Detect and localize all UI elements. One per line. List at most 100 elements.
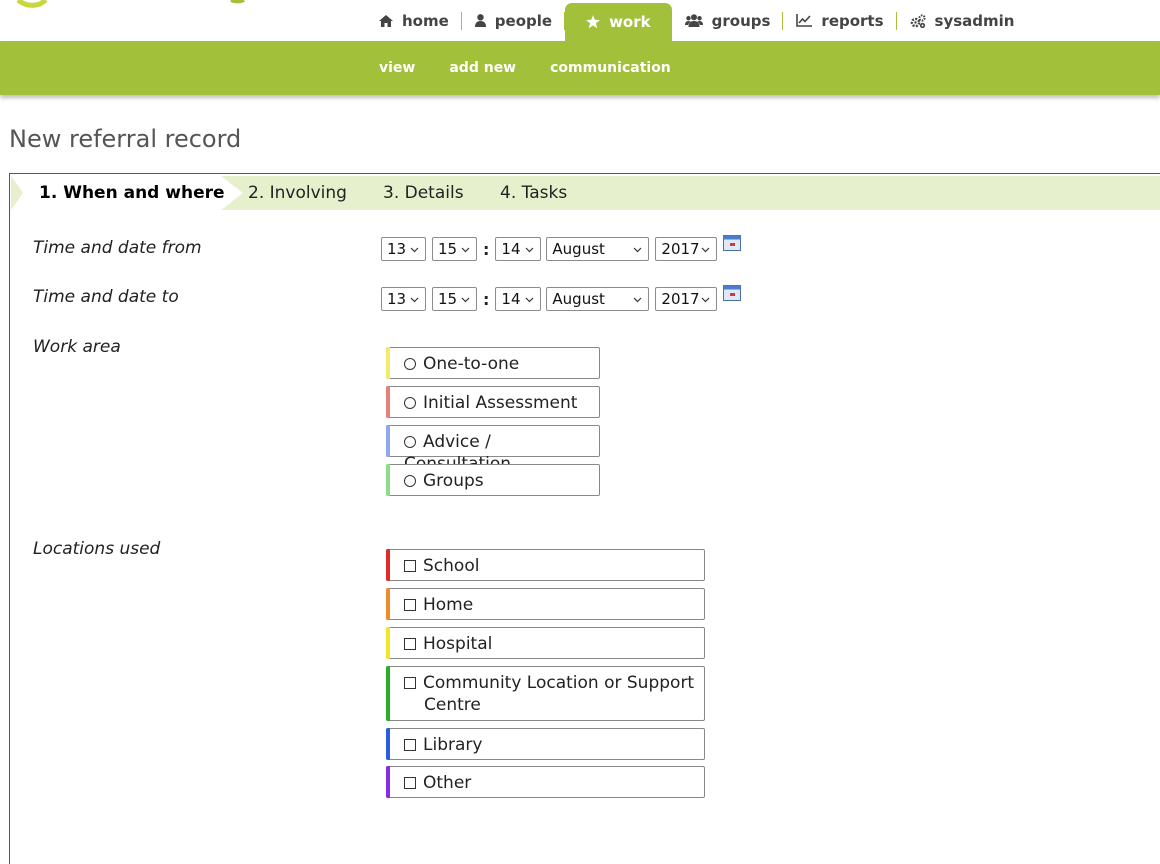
sub-nav: view add new communication — [366, 41, 692, 95]
chevron-down-icon — [461, 297, 470, 302]
subnav-view[interactable]: view — [366, 60, 428, 76]
from-year-value: 2017 — [661, 240, 700, 258]
checkbox[interactable] — [404, 638, 416, 650]
chevron-down-icon — [461, 247, 470, 252]
calendar-icon[interactable] — [723, 285, 742, 301]
home-icon — [379, 14, 393, 27]
color-bar — [386, 549, 390, 581]
work-area-option[interactable]: Groups — [386, 464, 600, 496]
work-area-option[interactable]: One-to-one — [386, 347, 600, 379]
time-to-label: Time and date to — [33, 287, 179, 307]
from-month-select[interactable]: August — [546, 237, 650, 261]
option-label: Groups — [423, 471, 484, 491]
step-tasks[interactable]: 4. Tasks — [500, 183, 567, 203]
nav-sysadmin-label: sysadmin — [934, 11, 1015, 30]
location-option[interactable]: School — [386, 549, 705, 581]
radio-button[interactable] — [404, 397, 416, 409]
radio-button[interactable] — [404, 475, 416, 487]
option-label: Hospital — [423, 634, 493, 654]
color-bar — [386, 766, 390, 798]
location-option[interactable]: Hospital — [386, 627, 705, 659]
checkbox[interactable] — [404, 560, 416, 572]
nav-home[interactable]: home — [366, 0, 462, 41]
work-area-option[interactable]: Advice / Consultation — [386, 425, 600, 474]
chevron-down-icon — [701, 297, 710, 302]
chevron-down-icon — [633, 297, 642, 302]
to-day-value: 14 — [501, 290, 521, 308]
from-minute-value: 15 — [438, 240, 458, 258]
checkbox[interactable] — [404, 599, 416, 611]
color-bar — [386, 386, 390, 418]
checkbox[interactable] — [404, 739, 416, 751]
chart-icon — [796, 14, 813, 27]
step-involving[interactable]: 2. Involving — [248, 183, 347, 203]
star-icon — [586, 15, 601, 29]
color-bar — [386, 347, 390, 379]
from-year-select[interactable]: 2017 — [655, 237, 718, 261]
logo — [16, 0, 245, 8]
nav-reports[interactable]: reports — [783, 0, 897, 41]
color-bar — [386, 588, 390, 620]
chevron-down-icon — [525, 297, 534, 302]
nav-work-label: work — [609, 13, 651, 31]
from-minute-select[interactable]: 15 — [432, 237, 477, 261]
nav-work[interactable]: work — [565, 3, 672, 41]
color-bar — [386, 728, 390, 760]
option-label: One-to-one — [423, 354, 520, 374]
to-month-value: August — [552, 290, 605, 308]
location-option[interactable]: Library — [386, 728, 705, 760]
location-option[interactable]: Other — [386, 766, 705, 798]
from-hour-select[interactable]: 13 — [381, 237, 426, 261]
nav-reports-label: reports — [821, 11, 884, 30]
option-label: Library — [423, 735, 483, 755]
to-day-select[interactable]: 14 — [495, 287, 542, 311]
option-label-continued: Centre — [424, 695, 481, 715]
to-year-select[interactable]: 2017 — [655, 287, 718, 311]
person-icon — [474, 14, 486, 27]
chevron-down-icon — [410, 297, 419, 302]
to-year-value: 2017 — [661, 290, 700, 308]
step-when-and-where[interactable]: 1. When and where — [39, 183, 225, 203]
option-label: Initial Assessment — [423, 393, 578, 413]
from-day-select[interactable]: 14 — [495, 237, 542, 261]
time-separator: : — [483, 239, 490, 259]
subnav-add-new[interactable]: add new — [436, 60, 529, 76]
from-day-value: 14 — [501, 240, 521, 258]
radio-button[interactable] — [404, 358, 416, 370]
chevron-down-icon — [525, 247, 534, 252]
nav-groups[interactable]: groups — [672, 0, 784, 41]
subnav-communication[interactable]: communication — [537, 60, 684, 76]
color-bar — [386, 425, 390, 457]
option-label: Home — [423, 595, 474, 615]
work-area-option[interactable]: Initial Assessment — [386, 386, 600, 418]
nav-people[interactable]: people — [462, 0, 566, 41]
nav-people-label: people — [494, 11, 553, 30]
to-month-select[interactable]: August — [546, 287, 650, 311]
radio-button[interactable] — [404, 436, 416, 448]
from-hour-value: 13 — [387, 240, 407, 258]
step-bar: 1. When and where 2. Involving 3. Detail… — [11, 176, 1160, 210]
locations-label: Locations used — [33, 539, 161, 559]
checkbox[interactable] — [404, 677, 416, 689]
location-option[interactable]: Home — [386, 588, 705, 620]
to-hour-select[interactable]: 13 — [381, 287, 426, 311]
page-title: New referral record — [9, 125, 242, 153]
form-panel: 1. When and where 2. Involving 3. Detail… — [9, 173, 1160, 864]
step-details[interactable]: 3. Details — [383, 183, 464, 203]
location-option[interactable]: Community Location or Support Centre — [386, 666, 705, 721]
time-separator: : — [483, 289, 490, 309]
calendar-icon[interactable] — [723, 235, 742, 251]
nav-home-label: home — [402, 11, 449, 30]
option-label: Other — [423, 773, 472, 793]
nav-groups-label: groups — [711, 11, 771, 30]
users-icon — [684, 14, 703, 27]
chevron-down-icon — [701, 247, 710, 252]
time-to-row: 13 15 : 14 August 2017 — [381, 285, 742, 311]
gears-icon — [910, 13, 926, 28]
chevron-down-icon — [633, 247, 642, 252]
from-month-value: August — [552, 240, 605, 258]
work-area-label: Work area — [33, 337, 121, 357]
checkbox[interactable] — [404, 777, 416, 789]
nav-sysadmin[interactable]: sysadmin — [897, 0, 1028, 41]
to-minute-select[interactable]: 15 — [432, 287, 477, 311]
